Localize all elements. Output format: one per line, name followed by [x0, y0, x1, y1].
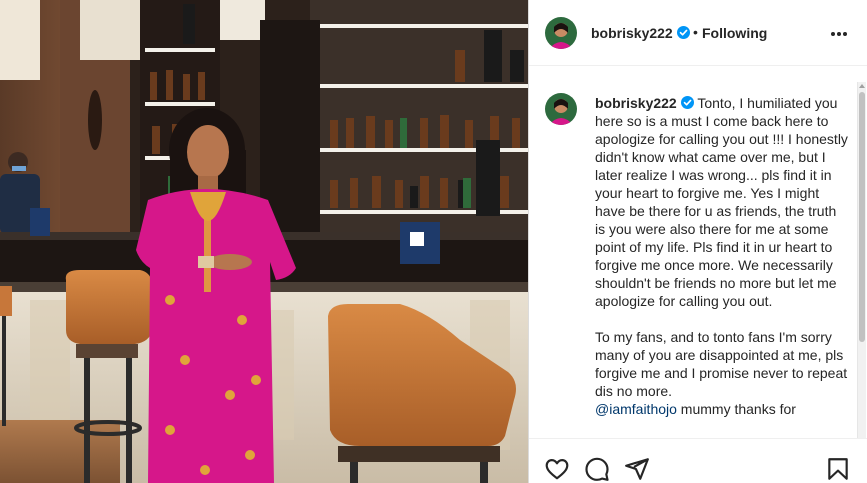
verified-badge-icon — [680, 96, 694, 109]
mention-link[interactable]: @iamfaithojo — [595, 401, 677, 417]
scroll-thumb[interactable] — [859, 92, 865, 342]
caption-scrollbar[interactable] — [857, 82, 866, 438]
post-author-username[interactable]: bobrisky222 — [591, 25, 690, 41]
separator-dot: • — [693, 24, 698, 40]
comment-icon[interactable] — [584, 456, 610, 482]
caption-area: bobrisky222 Tonto, I humiliated you here… — [529, 67, 867, 438]
verified-badge-icon — [676, 26, 690, 39]
caption-username[interactable]: bobrisky222 — [595, 95, 677, 111]
caption-avatar[interactable] — [545, 93, 577, 125]
post-header: bobrisky222 • Following — [529, 0, 867, 66]
share-icon[interactable] — [624, 456, 650, 482]
post-actions — [529, 438, 867, 483]
caption-paragraph-1: Tonto, I humiliated you here so is a mus… — [595, 95, 848, 309]
caption-paragraph-2: To my fans, and to tonto fans I'm sorry … — [595, 329, 848, 399]
bar-scene-image — [0, 0, 528, 483]
caption-mention-rest: mummy thanks for — [676, 401, 796, 417]
caption-text: bobrisky222 Tonto, I humiliated you here… — [595, 94, 849, 418]
following-button[interactable]: Following — [702, 25, 767, 41]
post-panel: bobrisky222 • Following bobrisky222 Tont… — [528, 0, 867, 483]
scroll-up-arrow-icon[interactable] — [859, 84, 865, 88]
avatar[interactable] — [545, 17, 577, 49]
post-photo[interactable] — [0, 0, 528, 483]
bookmark-icon[interactable] — [825, 456, 851, 482]
more-horizontal-icon[interactable] — [830, 31, 848, 37]
username-text[interactable]: bobrisky222 — [591, 25, 673, 41]
heart-icon[interactable] — [544, 456, 570, 482]
